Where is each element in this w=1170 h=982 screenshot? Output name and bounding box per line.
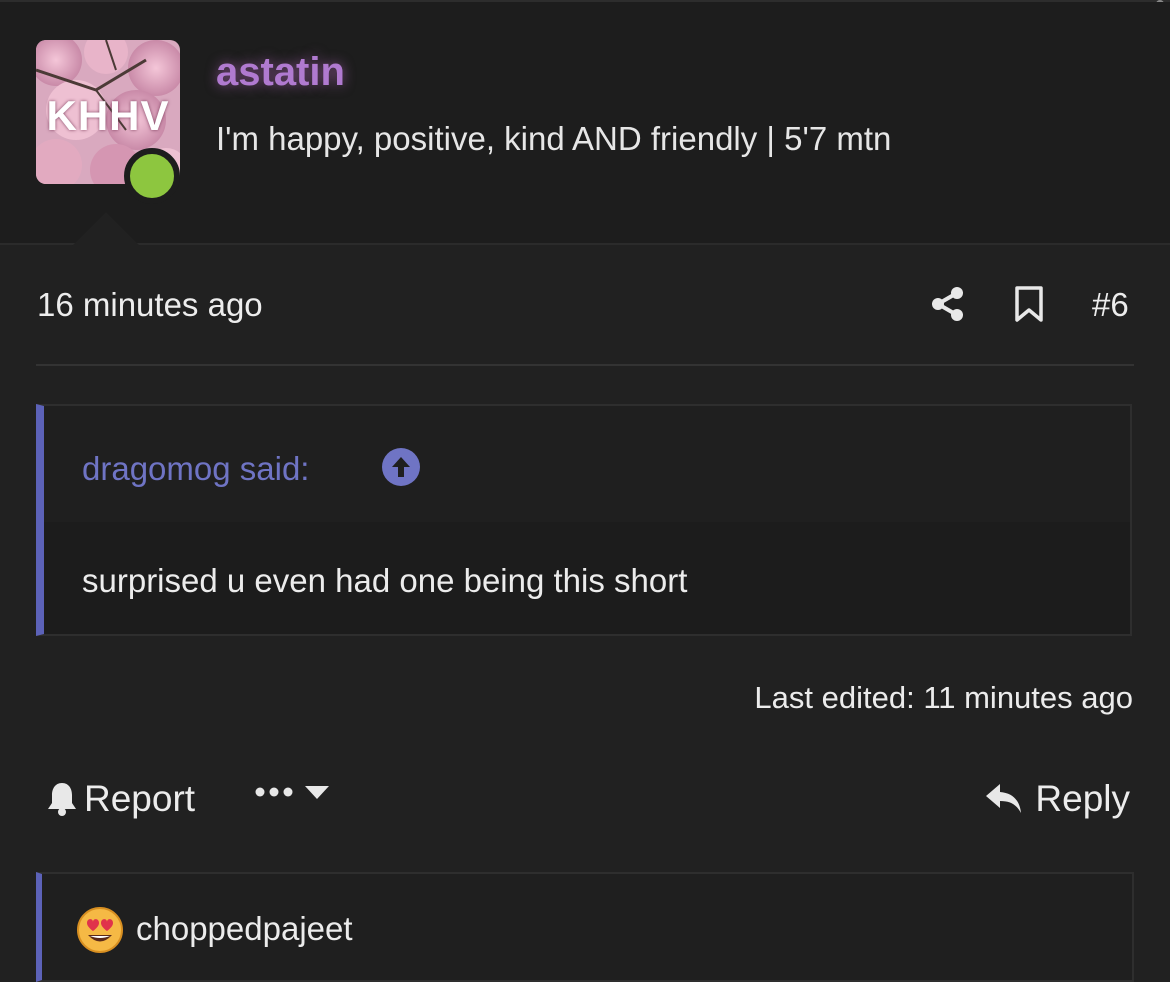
report-label: Report [84,778,196,819]
reply-arrow-icon [986,784,1022,813]
more-options-button[interactable] [254,784,330,800]
reaction-user[interactable]: choppedpajeet [136,910,353,948]
user-header: KHHV astatin I'm happy, positive, kind A… [0,2,1170,246]
header-pointer [72,212,140,246]
report-button[interactable]: Report [46,778,195,820]
quote-header: dragomog said: [44,406,1130,522]
divider [36,364,1134,366]
post-timestamp[interactable]: 16 minutes ago [37,286,263,324]
share-icon[interactable] [930,286,966,322]
username[interactable]: astatin [216,50,345,95]
avatar-initials: KHHV [46,92,170,139]
reply-button[interactable]: Reply [985,778,1130,820]
quote-author[interactable]: dragomog said: [82,450,309,488]
caret-down-icon [305,786,329,799]
quote-text: surprised u even had one being this shor… [82,562,688,599]
post-actions: Report Reply [0,770,1170,830]
quote-block: dragomog said: surprised u even had one … [36,404,1132,636]
bookmark-icon[interactable] [1014,286,1044,322]
reactions-bar[interactable]: choppedpajeet [36,872,1134,982]
bell-icon [48,783,76,816]
arrow-up-circle-icon[interactable] [382,448,420,486]
online-status-indicator [124,148,180,204]
reply-label: Reply [1035,778,1130,819]
post-number[interactable]: #6 [1092,286,1129,324]
ellipsis-icon [255,787,293,797]
last-edited: Last edited: 11 minutes ago [754,680,1133,715]
heart-eyes-emoji-icon [77,907,123,953]
user-tagline: I'm happy, positive, kind AND friendly |… [216,120,892,157]
